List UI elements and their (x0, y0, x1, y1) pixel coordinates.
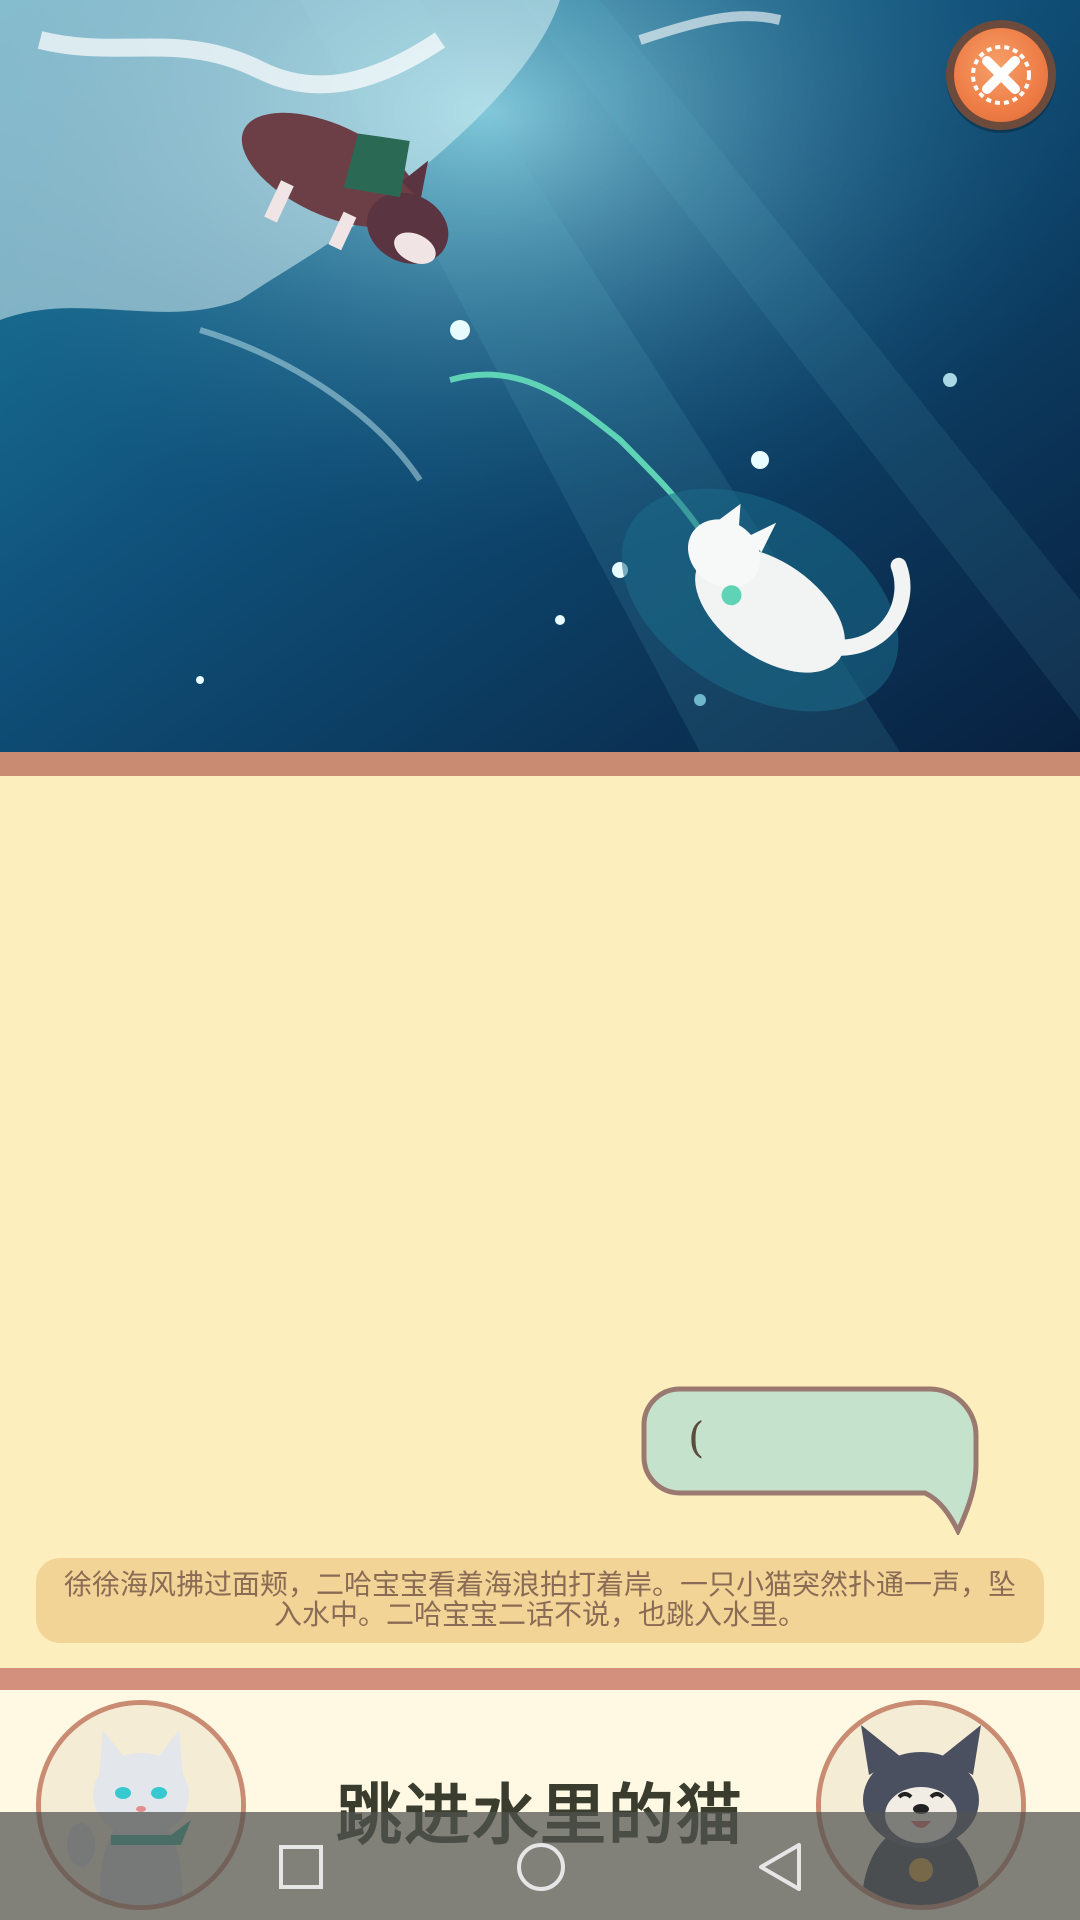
close-button[interactable] (946, 20, 1056, 130)
story-illustration (0, 0, 1080, 752)
back-button[interactable] (746, 1832, 816, 1902)
square-icon (279, 1845, 323, 1889)
narration-box: 徐徐海风拂过面颊，二哈宝宝看着海浪拍打着岸。一只小猫突然扑通一声，坠入水中。二哈… (36, 1558, 1044, 1643)
triangle-back-icon (759, 1843, 801, 1891)
home-button[interactable] (506, 1832, 576, 1902)
narration-text: 徐徐海风拂过面颊，二哈宝宝看着海浪拍打着岸。一只小猫突然扑通一声，坠入水中。二哈… (63, 1568, 1016, 1631)
divider-band-bottom (0, 1668, 1080, 1690)
system-nav-bar (0, 1812, 1080, 1920)
circle-icon (517, 1843, 565, 1891)
divider-band-top (0, 752, 1080, 776)
speech-bubble-text: ( (688, 1413, 705, 1462)
recents-button[interactable] (266, 1832, 336, 1902)
close-icon (969, 43, 1033, 107)
